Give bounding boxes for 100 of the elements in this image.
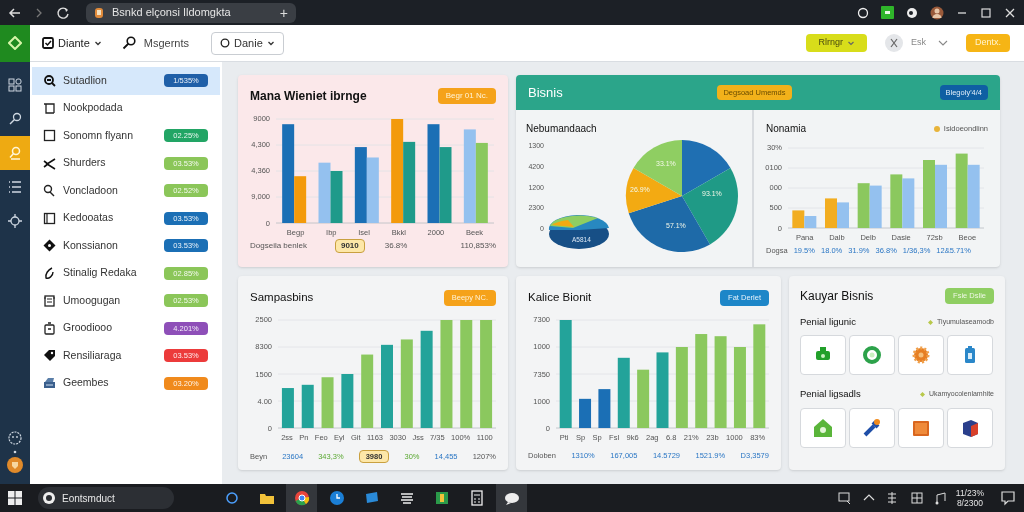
item-label: Konssianon xyxy=(63,237,119,253)
back-icon[interactable] xyxy=(8,5,22,20)
item-label: Sutadlion xyxy=(63,72,108,88)
frame-icon xyxy=(43,101,56,115)
item-label: Voncladoon xyxy=(63,182,119,198)
shield-badge-icon[interactable] xyxy=(6,456,24,474)
tile-button[interactable] xyxy=(947,335,993,376)
tab-title: Bsnkd elçonsi Ildomgkta xyxy=(112,5,232,21)
panel-icon xyxy=(43,211,56,225)
settings-icon xyxy=(7,213,23,229)
tile-button[interactable] xyxy=(898,407,944,448)
calculator-icon xyxy=(468,490,485,506)
square-icon xyxy=(43,129,56,143)
value-badge: 9010 xyxy=(334,238,365,253)
chevron-down-icon xyxy=(846,39,855,47)
notification-icon[interactable] xyxy=(1000,490,1016,506)
house-icon xyxy=(812,416,834,439)
circle-icon xyxy=(220,38,231,48)
footer-text: 36.8% xyxy=(384,239,408,252)
tile-button[interactable] xyxy=(898,335,944,376)
bar xyxy=(902,178,915,228)
bar xyxy=(321,377,334,429)
bar xyxy=(837,202,849,228)
clock-icon xyxy=(328,490,345,506)
list-icon xyxy=(7,179,23,195)
item-label: Stinalig Redaka xyxy=(63,265,138,281)
panel-title: Nonamia xyxy=(766,122,807,136)
tile-button[interactable] xyxy=(849,335,895,376)
select-dropdown[interactable]: Danie xyxy=(211,31,284,55)
tile-button[interactable] xyxy=(800,335,846,376)
item-label: Umoogugan xyxy=(63,292,122,308)
bar xyxy=(857,183,870,228)
bar xyxy=(637,369,650,429)
grid-icon xyxy=(7,77,23,93)
clock-date: 8/2300 xyxy=(956,499,983,508)
wrench-icon xyxy=(861,416,883,439)
card-icon xyxy=(363,490,380,506)
bar xyxy=(890,174,903,228)
maximize-icon[interactable] xyxy=(980,6,992,19)
browser-tab[interactable]: Bsnkd elçonsi Ildomgkta + xyxy=(86,2,296,23)
bar xyxy=(923,160,935,228)
bar xyxy=(318,162,331,223)
diamond-icon xyxy=(43,239,56,253)
item-label: Rensiliaraga xyxy=(63,347,123,363)
close-icon[interactable] xyxy=(1004,6,1016,19)
search-icon xyxy=(121,36,136,50)
bar xyxy=(598,389,611,429)
browser-icon xyxy=(293,490,310,506)
legend-dot-icon xyxy=(933,125,940,132)
item-label: Shurders xyxy=(63,155,107,171)
bar xyxy=(341,374,354,429)
tile-button[interactable] xyxy=(947,407,993,448)
card-title: Kauyar Bisnis xyxy=(800,288,874,305)
tag-icon xyxy=(43,349,56,363)
card-title: Kalice Bionit xyxy=(528,290,592,305)
filter-button[interactable]: Rlrngr xyxy=(806,34,867,52)
taskbar-app[interactable] xyxy=(496,484,527,512)
extension-icon[interactable] xyxy=(881,6,894,19)
item-label: Sonomn flyann xyxy=(63,127,135,143)
bar xyxy=(617,358,630,429)
reload-icon[interactable] xyxy=(56,5,70,20)
printer-icon xyxy=(43,376,56,390)
menu-dropdown[interactable]: Diante xyxy=(42,34,102,52)
monitor-icon[interactable] xyxy=(837,491,852,505)
search-button[interactable]: Msgernts xyxy=(121,34,190,52)
card-title: Mana Wieniet ibrnge xyxy=(250,88,367,105)
chevron-down-icon[interactable] xyxy=(938,39,948,47)
user-name: Esk xyxy=(910,36,926,50)
search-icon xyxy=(43,74,56,88)
bar xyxy=(579,399,592,429)
emoji-icon[interactable] xyxy=(7,430,23,446)
site-icon xyxy=(94,6,104,19)
chat-bubble-icon xyxy=(503,490,520,506)
logo-tile[interactable] xyxy=(0,24,30,62)
search-icon xyxy=(7,111,23,127)
card-title: Sampasbins xyxy=(250,290,314,305)
bar xyxy=(281,388,294,429)
item-label: Nookpodada xyxy=(63,100,124,116)
user-avatar-icon[interactable] xyxy=(884,34,903,52)
device-icon xyxy=(43,321,56,335)
item-label: Groodiooo xyxy=(63,320,114,336)
scissors-icon xyxy=(43,156,56,170)
taskbar-search[interactable]: Eontsmduct xyxy=(38,487,174,509)
chevron-down-icon xyxy=(93,39,102,47)
tile-button[interactable] xyxy=(849,407,895,448)
item-label: Geembes xyxy=(63,375,110,391)
diamond-icon xyxy=(8,36,22,50)
search-text: Eontsmduct xyxy=(62,491,115,506)
search-icon xyxy=(7,145,23,161)
circle-icon[interactable] xyxy=(857,6,869,19)
tile-button[interactable] xyxy=(800,407,846,448)
windows-icon[interactable] xyxy=(8,491,22,505)
new-tab-button[interactable]: + xyxy=(279,5,288,20)
ring-icon xyxy=(861,344,883,367)
section-title: Penial ligunic xyxy=(800,315,856,329)
avatar-icon[interactable] xyxy=(930,5,944,20)
circle-icon xyxy=(223,490,240,506)
section-title: Penial ligsadls xyxy=(800,387,861,402)
taskbar-app[interactable] xyxy=(286,484,317,512)
item-label: Kedooatas xyxy=(63,210,115,226)
